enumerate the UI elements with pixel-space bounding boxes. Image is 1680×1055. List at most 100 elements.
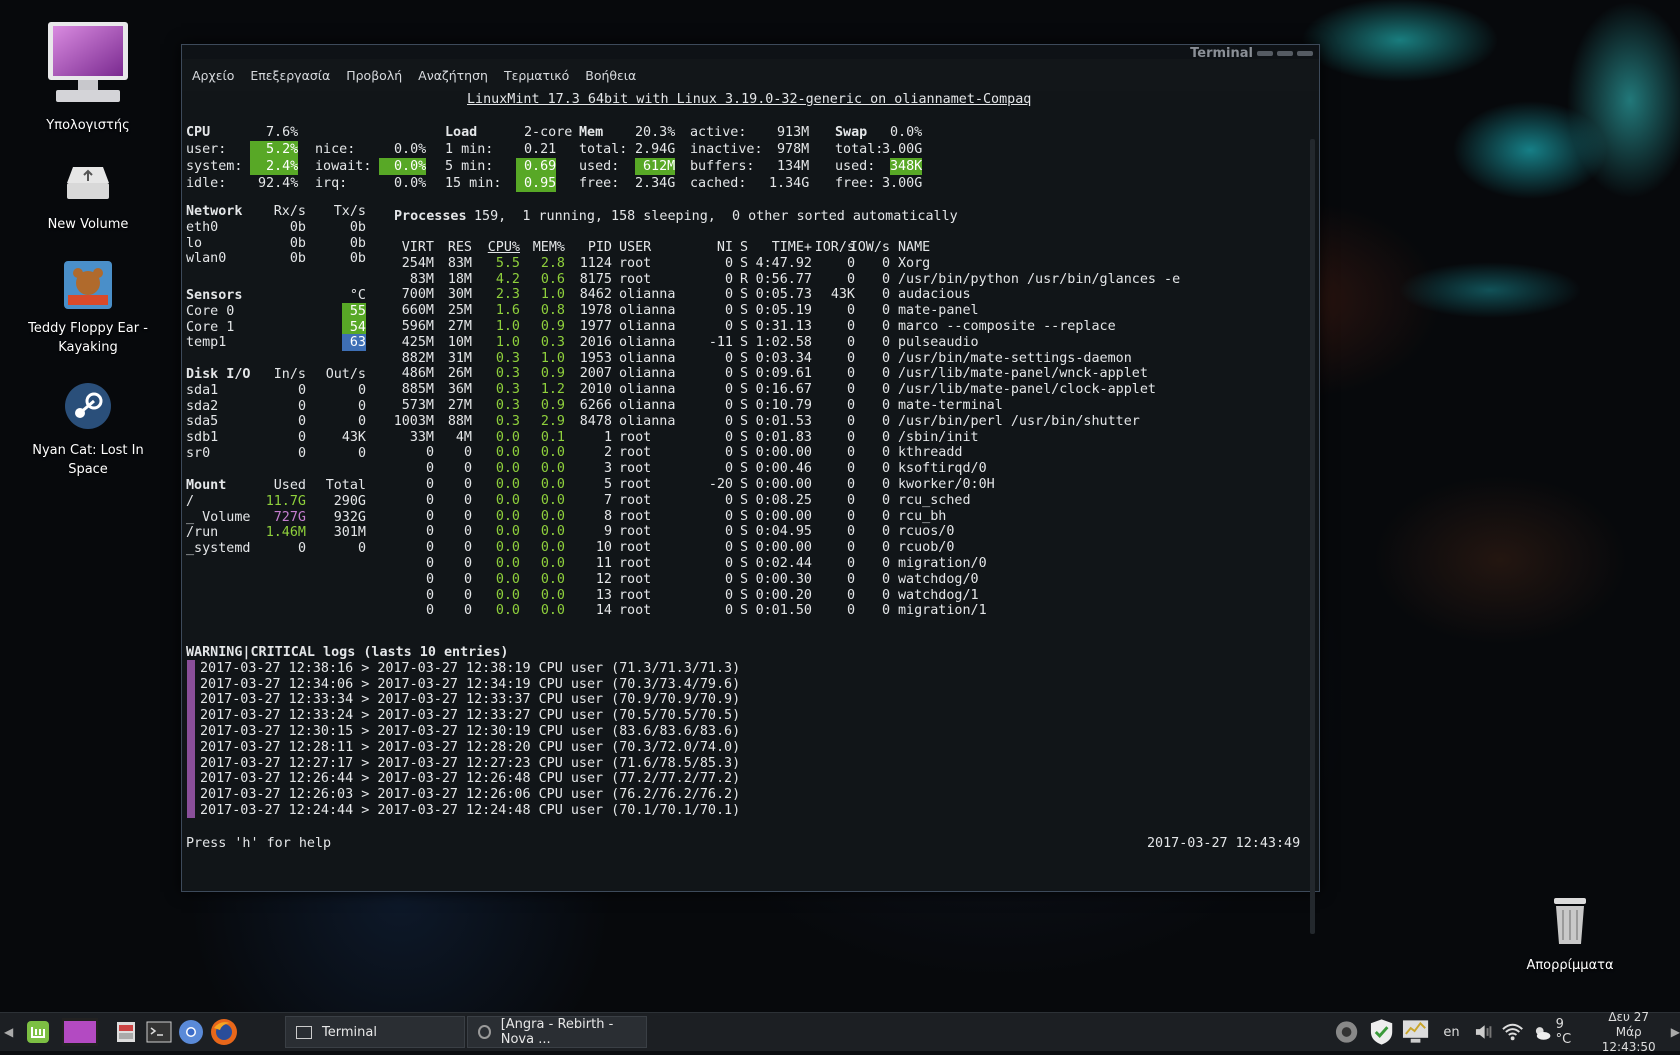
audacious-icon [478,1025,491,1039]
process-cpu: 0.3 [495,382,520,398]
process-cpu: 0.0 [495,445,520,461]
process-time: 0:00.00 [755,445,812,461]
scrollbar[interactable] [1310,139,1315,934]
process-time: 0:05.73 [755,287,812,303]
process-pid: 10 [595,540,612,556]
process-res: 0 [463,587,472,603]
panel-right-arrow[interactable]: ▶ [1671,1025,1680,1039]
window-titlebar[interactable]: Terminal [182,45,1319,61]
mount-used-header: Used [273,478,306,493]
mount-total: 301M [333,525,366,541]
disk-in: 0 [297,382,306,398]
keyboard-layout[interactable]: en [1443,1025,1459,1040]
process-mem: 0.0 [540,603,565,619]
swap-free-value: 3.00G [882,176,923,191]
process-res: 0 [463,556,472,571]
desktop-icon-nyan-cat[interactable]: Nyan Cat: Lost In Space [28,381,148,479]
usb-drive-icon [67,167,109,199]
desktop-icon-label: Teddy Floppy Ear - Kayaking [28,321,148,355]
process-user: root [619,603,652,619]
log-entry: 2017-03-27 12:30:15 > 2017-03-27 12:30:1… [200,724,741,739]
mint-menu-button[interactable] [26,1013,50,1051]
update-shield-icon[interactable] [1369,1018,1394,1046]
mount-header: Mount [186,478,227,493]
process-iow: 0 [881,271,890,287]
process-cpu: 0.0 [495,461,520,477]
process-ni: 0 [724,571,733,587]
desktop-icon-trash[interactable]: Απορρίμματα [1510,896,1630,975]
network-tx: 0b [349,219,366,235]
wifi-icon[interactable] [1501,1023,1524,1041]
close-button[interactable] [1297,51,1313,56]
process-cpu: 0.0 [495,587,520,603]
process-user: root [619,571,652,587]
process-pid: 11 [595,556,612,571]
menu-terminal[interactable]: Τερματικό [504,68,569,83]
disk-out: 0 [357,446,366,461]
shutter-icon[interactable] [1334,1019,1359,1045]
processes-label: Processes [394,209,467,224]
cpu-idle-value: 92.4% [258,176,299,191]
load-5min-value: 0.69 [516,158,557,175]
process-pid: 8478 [579,413,612,429]
task-label: Terminal [322,1024,377,1040]
game-icon [64,261,112,309]
weather-temperature[interactable]: 9 °C [1556,1017,1583,1047]
swap-total-value: 3.00G [882,142,923,157]
process-user: root [619,477,652,492]
menu-edit[interactable]: Επεξεργασία [250,68,330,83]
process-user: root [619,540,652,556]
process-cpu: 5.5 [495,255,520,271]
log-entry: 2017-03-27 12:28:11 > 2017-03-27 12:28:2… [200,739,741,755]
show-desktop-button[interactable] [62,1013,98,1051]
process-res: 88M [447,413,472,429]
task-terminal[interactable]: Terminal [285,1016,465,1048]
mem-label: Mem [579,125,604,140]
task-music-player[interactable]: [Angra - Rebirth - Nova ... [467,1016,647,1048]
maximize-button[interactable] [1277,51,1293,56]
process-time: 0:00.46 [755,461,812,477]
firefox-launcher[interactable] [210,1013,238,1051]
terminal-window[interactable]: Terminal Αρχείο Επεξεργασία Προβολή Αναζ… [181,44,1320,934]
terminal-output[interactable]: LinuxMint 17.3 64bit with Linux 3.19.0-3… [182,91,1319,934]
process-user: olianna [619,334,676,350]
process-user: olianna [619,303,676,319]
process-pid: 8175 [579,271,612,287]
mem-free-label: free: [579,176,620,191]
process-user: root [619,445,652,461]
file-manager-launcher[interactable] [114,1013,138,1051]
process-time: 0:09.61 [755,366,812,382]
menu-view[interactable]: Προβολή [346,68,402,83]
steam-icon [65,383,111,429]
process-cpu: 0.0 [495,571,520,587]
menu-search[interactable]: Αναζήτηση [418,68,488,83]
process-iow: 0 [881,303,890,319]
chromium-launcher[interactable] [178,1013,204,1051]
panel-left-arrow[interactable]: ◀ [4,1013,13,1051]
volume-icon[interactable] [1474,1023,1493,1041]
process-pid: 13 [595,587,612,603]
weather-icon[interactable] [1532,1023,1551,1041]
desktop-icon-new-volume[interactable]: New Volume [28,163,148,234]
desktop-icon-label: New Volume [47,217,129,232]
desktop-icon-teddy[interactable]: Teddy Floppy Ear - Kayaking [28,261,148,357]
process-ni: 0 [724,429,733,445]
cpu-irq-label: irq: [315,176,348,191]
swap-percent: 0.0% [890,125,923,140]
process-name: audacious [898,287,971,303]
desktop-icon-computer[interactable]: Υπολογιστής [28,20,148,135]
minimize-button[interactable] [1257,51,1273,56]
menu-bar: Αρχείο Επεξεργασία Προβολή Αναζήτηση Τερ… [182,59,1319,91]
process-header-res: RES [447,240,472,255]
process-time: 0:08.25 [755,492,812,508]
disk-name: sr0 [186,446,211,461]
terminal-launcher[interactable] [146,1013,172,1051]
process-header-cpu: CPU% [487,240,520,255]
process-pid: 7 [603,492,612,508]
clock[interactable]: Δευ 27 Μάρ 12:43:50 [1595,1010,1663,1055]
menu-file[interactable]: Αρχείο [192,68,234,83]
mem-percent: 20.3% [635,125,676,140]
menu-help[interactable]: Βοήθεια [585,68,636,83]
process-header-name: NAME [898,240,931,255]
system-monitor-icon[interactable] [1402,1019,1429,1045]
